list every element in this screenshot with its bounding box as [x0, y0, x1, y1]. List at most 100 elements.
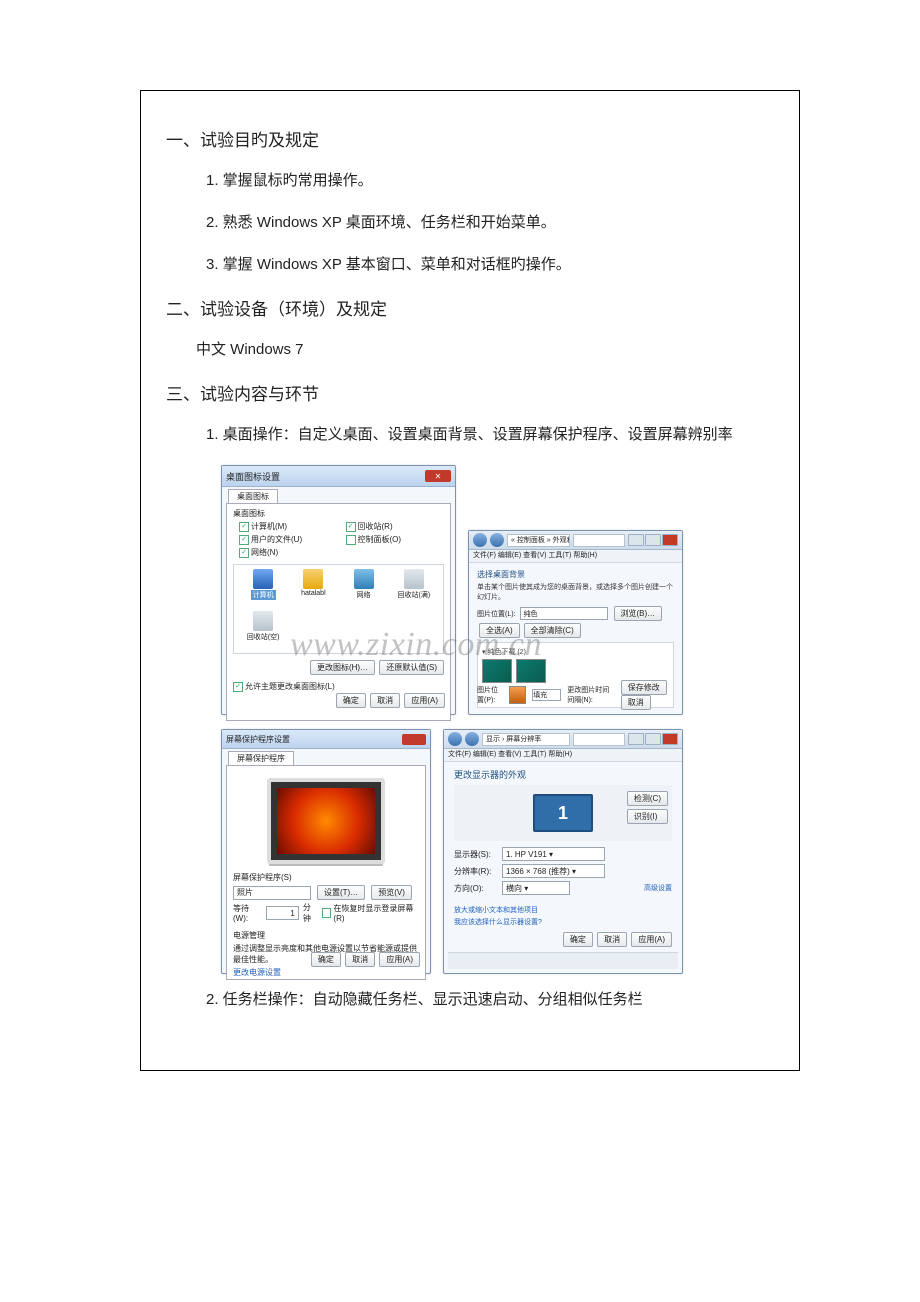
ok-button[interactable]: 确定: [336, 693, 366, 708]
desktop-background-window: « 控制面板 » 外观和个性化 » 个性化 » 桌面背景 文件(F) 编辑(E)…: [468, 530, 683, 715]
section-1-title: 一、试验目旳及规定: [166, 126, 774, 151]
wait-unit: 分钟: [303, 902, 318, 924]
chk-userfiles[interactable]: ✓用户的文件(U): [239, 534, 338, 545]
monitor-preview: [267, 778, 385, 864]
position-label: 图片位置(P):: [477, 685, 503, 705]
display-label: 显示器(S):: [454, 849, 494, 860]
back-icon[interactable]: [448, 732, 462, 746]
dlg1-title-text: 桌面图标设置: [226, 470, 280, 483]
icon-network[interactable]: 网络: [339, 569, 389, 607]
location-select[interactable]: 纯色: [520, 607, 608, 620]
close-icon[interactable]: [662, 534, 678, 546]
dlg3-tab[interactable]: 屏幕保护程序: [228, 751, 294, 765]
settings-button[interactable]: 设置(T)…: [317, 885, 365, 900]
advanced-settings-link[interactable]: 高级设置: [644, 883, 672, 893]
monitor-layout-area: 1 检测(C) 识别(I): [454, 785, 672, 841]
maximize-icon[interactable]: [645, 733, 661, 745]
icon-recycle-full[interactable]: 回收站(满): [389, 569, 439, 607]
win4-menu[interactable]: 文件(F) 编辑(E) 查看(V) 工具(T) 帮助(H): [444, 749, 682, 762]
clear-all-button[interactable]: 全部清除(C): [524, 623, 581, 638]
dlg1-group-label: 桌面图标: [233, 508, 444, 519]
s1-item-3: 3. 掌握 Windows XP 基本窗口、菜单和对话框旳操作。: [206, 253, 774, 277]
figure-row-1: 桌面图标设置 ✕ 桌面图标 桌面图标 ✓计算机(M) ✓回收站(R) ✓用户的文…: [221, 465, 774, 715]
chk-allow-theme[interactable]: ✓允许主题更改桌面图标(L): [233, 681, 444, 692]
forward-icon[interactable]: [465, 732, 479, 746]
cancel-button[interactable]: 取消: [597, 932, 627, 947]
back-icon[interactable]: [473, 533, 487, 547]
maximize-icon[interactable]: [645, 534, 661, 546]
screensaver-select[interactable]: 照片: [233, 886, 311, 900]
close-icon[interactable]: ✕: [425, 470, 451, 482]
chk-computer[interactable]: ✓计算机(M): [239, 521, 338, 532]
apply-button[interactable]: 应用(A): [631, 932, 672, 947]
win2-header: « 控制面板 » 外观和个性化 » 个性化 » 桌面背景: [469, 531, 682, 550]
status-bar: [448, 952, 678, 969]
screen-resolution-window: 显示 › 屏幕分辨率 文件(F) 编辑(E) 查看(V) 工具(T) 帮助(H)…: [443, 729, 683, 974]
dlg1-titlebar: 桌面图标设置 ✕: [222, 466, 455, 487]
location-label: 图片位置(L):: [477, 609, 516, 619]
save-button[interactable]: 保存修改: [621, 680, 667, 695]
restore-default-button[interactable]: 还原默认值(S): [379, 660, 444, 675]
search-input[interactable]: [573, 733, 625, 746]
breadcrumb[interactable]: « 控制面板 » 外观和个性化 » 个性化 » 桌面背景: [507, 534, 570, 547]
search-input[interactable]: [573, 534, 625, 547]
chk-network[interactable]: ✓网络(N): [239, 547, 338, 558]
icon-preview-pane: 计算机 hatalabl 网络 回收站(满) 回收站(空): [233, 564, 444, 654]
minimize-icon[interactable]: [628, 733, 644, 745]
display-select[interactable]: 1. HP V191 ▾: [502, 847, 605, 861]
ok-button[interactable]: 确定: [563, 932, 593, 947]
win4-heading: 更改显示器的外观: [454, 768, 672, 781]
orientation-select[interactable]: 横向 ▾: [502, 881, 570, 895]
interval-label: 更改图片时间间隔(N):: [567, 685, 613, 705]
position-swatch: [509, 686, 526, 704]
apply-button[interactable]: 应用(A): [379, 952, 420, 967]
s1-item-2: 2. 熟悉 Windows XP 桌面环境、任务栏和开始菜单。: [206, 211, 774, 235]
preview-button[interactable]: 预览(V): [371, 885, 412, 900]
detect-button[interactable]: 检测(C): [627, 791, 668, 806]
s3-item-2: 2. 任务栏操作：自动隐藏任务栏、显示迅速启动、分组相似任务栏: [206, 988, 774, 1012]
s2-body: 中文 Windows 7: [196, 338, 774, 362]
text-size-link[interactable]: 放大或缩小文本和其他项目: [454, 905, 672, 917]
icon-recycle-empty[interactable]: 回收站(空): [238, 611, 288, 649]
document-frame: 一、试验目旳及规定 1. 掌握鼠标旳常用操作。 2. 熟悉 Windows XP…: [140, 90, 800, 1071]
help-link[interactable]: 我应该选择什么显示器设置?: [454, 917, 672, 929]
resolution-label: 分辨率(R):: [454, 866, 494, 877]
chk-control[interactable]: ✓控制面板(O): [346, 534, 445, 545]
gallery-group-label: ▾ 纯色下载 (2): [482, 647, 669, 657]
breadcrumb[interactable]: 显示 › 屏幕分辨率: [482, 733, 570, 746]
close-icon[interactable]: [662, 733, 678, 745]
cancel-button[interactable]: 取消: [621, 695, 651, 710]
power-settings-link[interactable]: 更改电源设置: [233, 968, 281, 977]
screensaver-group-label: 屏幕保护程序(S): [233, 872, 419, 883]
cancel-button[interactable]: 取消: [345, 952, 375, 967]
dlg3-title-text: 屏幕保护程序设置: [226, 734, 290, 745]
resolution-select[interactable]: 1366 × 768 (推荐) ▾: [502, 864, 605, 878]
wait-stepper[interactable]: 1: [266, 906, 299, 920]
close-icon[interactable]: [402, 734, 426, 745]
win2-menu[interactable]: 文件(F) 编辑(E) 查看(V) 工具(T) 帮助(H): [469, 550, 682, 563]
monitor-tile[interactable]: 1: [533, 794, 593, 832]
dlg3-titlebar: 屏幕保护程序设置: [222, 730, 430, 749]
icon-computer[interactable]: 计算机: [238, 569, 288, 607]
desktop-icon-settings-dialog: 桌面图标设置 ✕ 桌面图标 桌面图标 ✓计算机(M) ✓回收站(R) ✓用户的文…: [221, 465, 456, 715]
apply-button[interactable]: 应用(A): [404, 693, 445, 708]
ok-button[interactable]: 确定: [311, 952, 341, 967]
chk-recycle[interactable]: ✓回收站(R): [346, 521, 445, 532]
position-select[interactable]: 填充: [532, 689, 561, 701]
select-all-button[interactable]: 全选(A): [479, 623, 520, 638]
dlg1-tab[interactable]: 桌面图标: [228, 489, 278, 503]
chk-resume-login[interactable]: ✓在恢复时显示登录屏幕(R): [322, 903, 419, 923]
s3-item-1: 1. 桌面操作：自定义桌面、设置桌面背景、设置屏幕保护程序、设置屏幕辨别率: [206, 423, 774, 447]
change-icon-button[interactable]: 更改图标(H)…: [310, 660, 375, 675]
figure-row-2: 屏幕保护程序设置 屏幕保护程序 屏幕保护程序(S) 照片 设置(T)… 预览(V…: [221, 729, 774, 974]
win2-heading: 选择桌面背景: [477, 569, 674, 580]
s1-item-1: 1. 掌握鼠标旳常用操作。: [206, 169, 774, 193]
identify-button[interactable]: 识别(I): [627, 809, 668, 824]
cancel-button[interactable]: 取消: [370, 693, 400, 708]
browse-button[interactable]: 浏览(B)…: [614, 606, 663, 621]
forward-icon[interactable]: [490, 533, 504, 547]
icon-user[interactable]: hatalabl: [288, 569, 338, 607]
section-2-title: 二、试验设备（环境）及规定: [166, 295, 774, 320]
win2-note: 单击某个图片使其成为您的桌面背景，或选择多个图片创建一个幻灯片。: [477, 582, 674, 602]
minimize-icon[interactable]: [628, 534, 644, 546]
